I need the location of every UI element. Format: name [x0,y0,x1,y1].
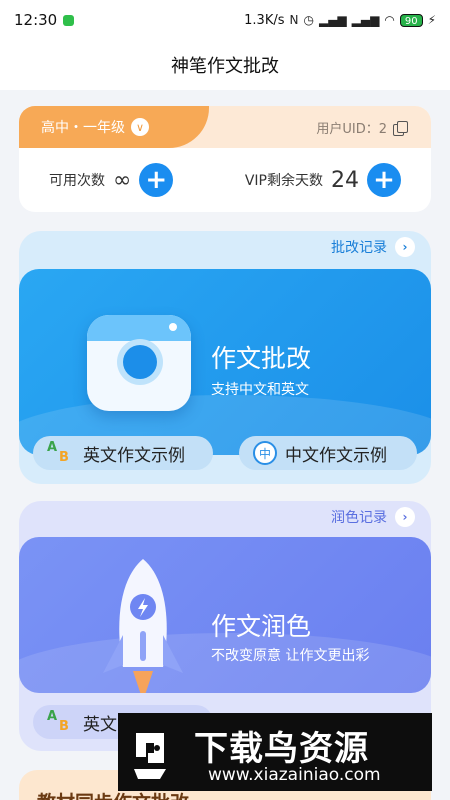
ab-icon: AB [47,440,69,465]
english-example-label-2: 英文 [83,714,117,735]
uid-label: 用户UID：2 [316,122,387,137]
camera-icon [87,315,191,411]
correction-record-link[interactable]: 批改记录 › [331,237,415,257]
chinese-example-label: 中文作文示例 [285,445,387,466]
watermark-url: www.xiazainiao.com [208,765,381,785]
available-count: 可用次数 ∞ + [49,163,174,197]
essay-polish-banner[interactable]: 作文润色 不改变原意 让作文更出彩 [19,537,431,693]
available-label: 可用次数 [49,173,105,189]
page-title-bar: 神笔作文批改 [0,40,450,90]
watermark-overlay: 下载鸟资源 www.xiazainiao.com [118,713,432,791]
user-stats: 可用次数 ∞ + VIP剩余天数 24 + [19,148,431,212]
status-bar: 12:30 1.3K/s N ◷ ▂▄▆ ▂▄▆ ◠ 90 ⚡ [0,0,450,40]
grade-label: 高中・一年级 [41,120,125,136]
chevron-right-icon: › [395,237,415,257]
polish-record-link[interactable]: 润色记录 › [331,507,415,527]
essay-correction-banner[interactable]: 作文批改 支持中文和英文 [19,269,431,455]
chinese-example-button[interactable]: 中 中文作文示例 [239,436,417,470]
grade-selector[interactable]: 高中・一年级 ∨ [19,106,209,148]
signal-icon: ▂▄▆ [318,13,347,27]
chevron-right-icon: › [395,507,415,527]
battery-icon: 90 [399,13,423,27]
network-speed: 1.3K/s [244,12,285,28]
vip-label: VIP剩余天数 [244,173,323,189]
available-value: ∞ [113,167,132,193]
copy-icon[interactable] [393,120,408,136]
signal-icon-2: ▂▄▆ [351,13,380,27]
wifi-icon: ◠ [384,13,395,27]
vip-days: VIP剩余天数 24 + [245,163,401,197]
nfc-icon: N [289,13,299,27]
correction-record-label: 批改记录 [331,240,387,256]
status-time: 12:30 [14,11,58,29]
ab-icon: AB [47,709,69,734]
status-right: 1.3K/s N ◷ ▂▄▆ ▂▄▆ ◠ 90 ⚡ [244,13,436,28]
essay-correction-title: 作文批改 [211,344,312,373]
english-example-label: 英文作文示例 [83,445,185,466]
essay-correction-card: 批改记录 › 作文批改 支持中文和英文 AB 英文作文示例 中 中文作文示例 [19,231,431,484]
english-example-button[interactable]: AB 英文作文示例 [33,436,213,470]
add-count-button[interactable]: + [139,163,174,197]
essay-polish-title: 作文润色 [211,612,312,641]
rocket-icon [103,559,183,693]
app-notification-icon [63,14,75,26]
charging-icon: ⚡ [427,13,436,27]
chinese-char-icon: 中 [253,441,277,465]
user-card-header: 高中・一年级 ∨ 用户UID：2 [19,106,431,148]
essay-correction-subtitle: 支持中文和英文 [211,382,309,398]
bird-logo-icon [134,733,166,779]
user-info-card: 高中・一年级 ∨ 用户UID：2 可用次数 ∞ + VIP剩余天数 24 + [19,106,431,212]
page-title: 神笔作文批改 [171,56,279,77]
user-uid: 用户UID：2 [316,118,408,137]
vip-value: 24 [331,167,359,193]
chevron-down-icon: ∨ [131,118,149,136]
watermark-brand: 下载鸟资源 [194,729,369,769]
polish-record-label: 润色记录 [331,510,387,526]
add-vip-button[interactable]: + [367,163,401,197]
alarm-icon: ◷ [303,13,314,27]
essay-polish-subtitle: 不改变原意 让作文更出彩 [211,648,370,664]
